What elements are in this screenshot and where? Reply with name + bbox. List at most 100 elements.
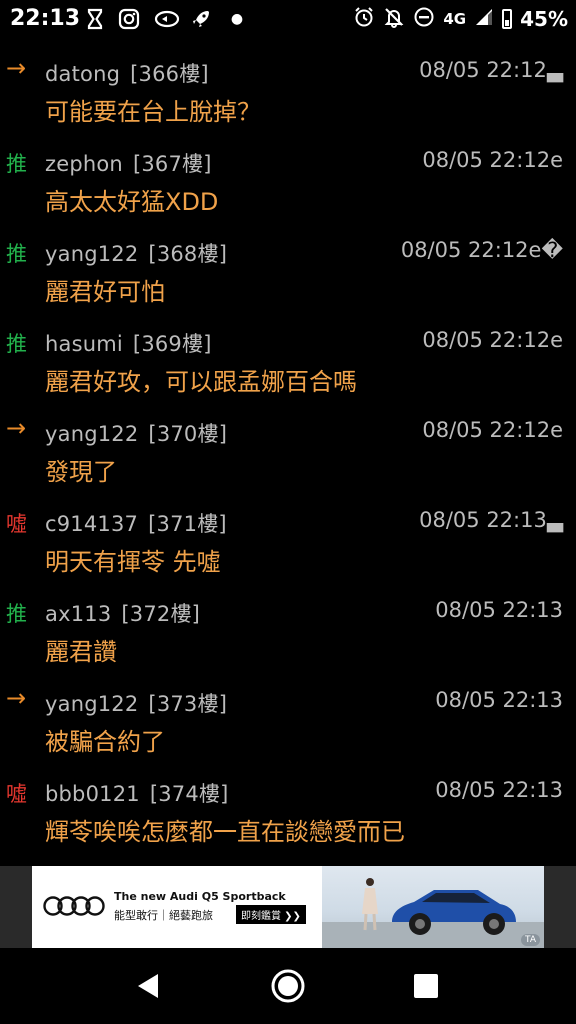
comment-floor: [371樓] — [148, 512, 227, 536]
back-icon[interactable] — [130, 968, 166, 1004]
comment-username[interactable]: hasumi — [45, 332, 123, 356]
network-type: 4G — [443, 10, 467, 28]
comment-row[interactable]: → yang122 [370樓] 08/05 22:12e 發現了 — [0, 408, 576, 498]
comment-text: 被騙合約了 — [45, 728, 165, 756]
battery-icon — [502, 9, 513, 29]
comment-time: 08/05 22:13 — [435, 688, 563, 712]
comment-time: 08/05 22:12e — [422, 418, 563, 442]
comment-time: 08/05 22:13 — [435, 598, 563, 622]
ad-content[interactable]: The new Audi Q5 Sportback 能型敢行｜絕藝跑旅 即刻鑑賞… — [32, 866, 544, 948]
comment-list[interactable]: → datong [366樓] 08/05 22:12▃ 可能要在台上脫掉？推 zepho… — [0, 48, 576, 858]
audi-logo-icon — [43, 896, 105, 916]
comment-user[interactable]: datong [366樓] — [45, 58, 209, 88]
comment-text: 輝苓唉唉怎麼都一直在談戀愛而已 — [45, 818, 405, 846]
comment-text: 高太太好猛XDD — [45, 188, 219, 216]
comment-timestamp: 08/05 22:12 — [422, 328, 551, 352]
comment-floor: [370樓] — [148, 422, 228, 446]
comment-username[interactable]: datong — [45, 62, 120, 86]
comment-time-suffix: e — [550, 418, 563, 442]
comment-user[interactable]: hasumi [369樓] — [45, 328, 212, 358]
ad-banner[interactable]: The new Audi Q5 Sportback 能型敢行｜絕藝跑旅 即刻鑑賞… — [0, 866, 576, 948]
navigation-bar — [0, 948, 576, 1024]
comment-time: 08/05 22:13▃ — [419, 508, 563, 532]
comment-text: 發現了 — [45, 458, 117, 486]
comment-timestamp: 08/05 22:12 — [419, 58, 547, 82]
comment-tag: → — [6, 684, 27, 712]
comment-time: 08/05 22:12▃ — [419, 58, 563, 82]
comment-floor: [373樓] — [148, 692, 228, 716]
comment-tag: 推 — [6, 332, 27, 356]
comment-user[interactable]: yang122 [370樓] — [45, 418, 227, 448]
comment-time-suffix: e� — [528, 238, 563, 262]
ad-badge: TA — [521, 934, 540, 946]
hourglass-icon — [84, 8, 106, 30]
comment-time: 08/05 22:12e — [422, 148, 563, 172]
comment-tag: 推 — [6, 242, 27, 266]
comment-row[interactable]: → yang122 [373樓] 08/05 22:13 被騙合約了 — [0, 678, 576, 768]
comment-row[interactable]: 推 ax113 [372樓] 08/05 22:13 麗君讚 — [0, 588, 576, 678]
comment-timestamp: 08/05 22:13 — [419, 508, 547, 532]
comment-text: 可能要在台上脫掉？ — [45, 98, 261, 126]
comment-tag: → — [6, 414, 27, 442]
home-icon[interactable] — [270, 968, 306, 1004]
status-right: 4G 45% — [353, 6, 568, 32]
comment-time: 08/05 22:13 — [435, 778, 563, 802]
comment-time-suffix: e — [550, 328, 563, 352]
bell-off-icon — [383, 6, 405, 32]
comment-row[interactable]: 推 hasumi [369樓] 08/05 22:12e 麗君好攻，可以跟孟娜百合嗎 — [0, 318, 576, 408]
comment-user[interactable]: yang122 [368樓] — [45, 238, 227, 268]
comment-username[interactable]: ax113 — [45, 602, 111, 626]
comment-tag: 推 — [6, 152, 27, 176]
comment-row[interactable]: 推 zephon [367樓] 08/05 22:12e 高太太好猛XDD — [0, 138, 576, 228]
comment-user[interactable]: yang122 [373樓] — [45, 688, 227, 718]
comment-time-suffix: ▃ — [546, 508, 563, 532]
comment-text: 麗君讚 — [45, 638, 117, 666]
comment-timestamp: 08/05 22:12 — [422, 148, 551, 172]
comment-username[interactable]: zephon — [45, 152, 123, 176]
status-bar: 22:13 ● 4G 45% — [0, 0, 576, 40]
comment-row[interactable]: 噓 bbb0121 [374樓] 08/05 22:13 輝苓唉唉怎麼都一直在談戀愛而已 — [0, 768, 576, 858]
comment-username[interactable]: yang122 — [45, 242, 138, 266]
comment-username[interactable]: c914137 — [45, 512, 138, 536]
comment-row[interactable]: 噓 c914137 [371樓] 08/05 22:13▃ 明天有揮苓 先噓 — [0, 498, 576, 588]
comment-floor: [368樓] — [148, 242, 228, 266]
comment-tag: 噓 — [6, 782, 27, 806]
rocket-icon — [190, 8, 212, 30]
dot-icon: ● — [230, 11, 244, 27]
comment-user[interactable]: bbb0121 [374樓] — [45, 778, 229, 808]
comment-user[interactable]: c914137 [371樓] — [45, 508, 227, 538]
comment-user[interactable]: zephon [367樓] — [45, 148, 212, 178]
comment-user[interactable]: ax113 [372樓] — [45, 598, 200, 628]
comment-username[interactable]: bbb0121 — [45, 782, 140, 806]
comment-text: 麗君好攻，可以跟孟娜百合嗎 — [45, 368, 357, 396]
comment-floor: [367樓] — [132, 152, 212, 176]
comment-tag: → — [6, 54, 27, 82]
signal-icon — [474, 7, 494, 31]
instagram-icon — [118, 8, 140, 30]
comment-username[interactable]: yang122 — [45, 692, 138, 716]
comment-text: 麗君好可怕 — [45, 278, 165, 306]
comment-time: 08/05 22:12e� — [401, 238, 563, 262]
ad-cta-button[interactable]: 即刻鑑賞 ❯❯ — [236, 905, 306, 924]
do-not-disturb-icon — [413, 6, 435, 32]
ad-title: The new Audi Q5 Sportback — [114, 890, 286, 903]
comment-floor: [366樓] — [130, 62, 209, 86]
comment-timestamp: 08/05 22:12 — [400, 238, 529, 262]
fidget-spinner-icon — [154, 8, 180, 30]
ad-car-photo: TA — [322, 866, 544, 948]
battery-percent: 45% — [520, 7, 568, 31]
comment-row[interactable]: 推 yang122 [368樓] 08/05 22:12e� 麗君好可怕 — [0, 228, 576, 318]
comment-timestamp: 08/05 22:13 — [435, 688, 563, 712]
comment-username[interactable]: yang122 — [45, 422, 138, 446]
ad-subtitle: 能型敢行｜絕藝跑旅 — [114, 909, 213, 922]
comment-floor: [374樓] — [149, 782, 229, 806]
comment-floor: [369樓] — [132, 332, 212, 356]
comment-tag: 推 — [6, 602, 27, 626]
comment-timestamp: 08/05 22:13 — [435, 598, 563, 622]
recents-icon[interactable] — [408, 968, 444, 1004]
comment-tag: 噓 — [6, 512, 27, 536]
comment-timestamp: 08/05 22:12 — [422, 418, 551, 442]
comment-time-suffix: e — [550, 148, 563, 172]
status-time: 22:13 — [10, 6, 81, 31]
comment-row[interactable]: → datong [366樓] 08/05 22:12▃ 可能要在台上脫掉？ — [0, 48, 576, 138]
